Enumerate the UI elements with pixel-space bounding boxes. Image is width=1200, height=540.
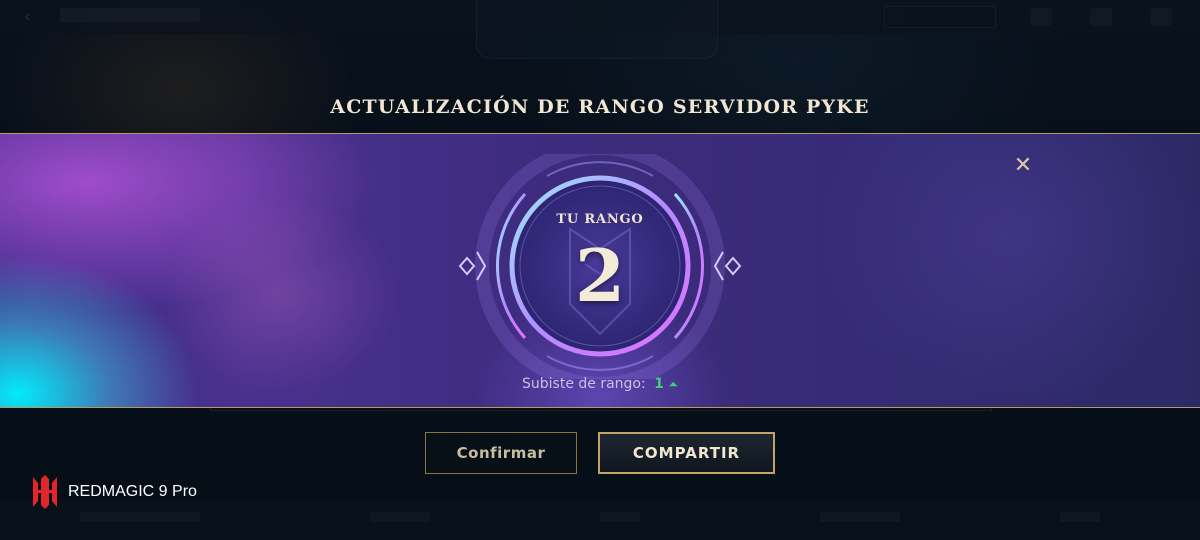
share-button[interactable]: COMPARTIR — [598, 432, 775, 474]
watermark-text: REDMAGIC 9 Pro — [68, 483, 197, 500]
rank-label: TU RANGO — [556, 212, 644, 227]
rank-up-arrow-icon: ⏶ — [668, 377, 678, 391]
dialog-title: ACTUALIZACIÓN DE RANGO SERVIDOR PYKE — [330, 96, 870, 118]
redmagic-logo-icon — [33, 475, 57, 509]
rank-change-value: 1 — [654, 376, 664, 392]
rank-number: 2 — [574, 233, 626, 318]
close-icon[interactable]: ✕ — [1011, 154, 1035, 178]
rank-change-label: Subiste de rango: — [522, 376, 646, 392]
rank-banner: TU RANGO 2 Subiste de rango: 1 ⏶ ✕ — [0, 133, 1200, 408]
rank-change: Subiste de rango: 1 ⏶ — [0, 376, 1200, 392]
confirm-button[interactable]: Confirmar — [425, 432, 577, 474]
device-watermark: REDMAGIC 9 Pro — [30, 472, 197, 512]
